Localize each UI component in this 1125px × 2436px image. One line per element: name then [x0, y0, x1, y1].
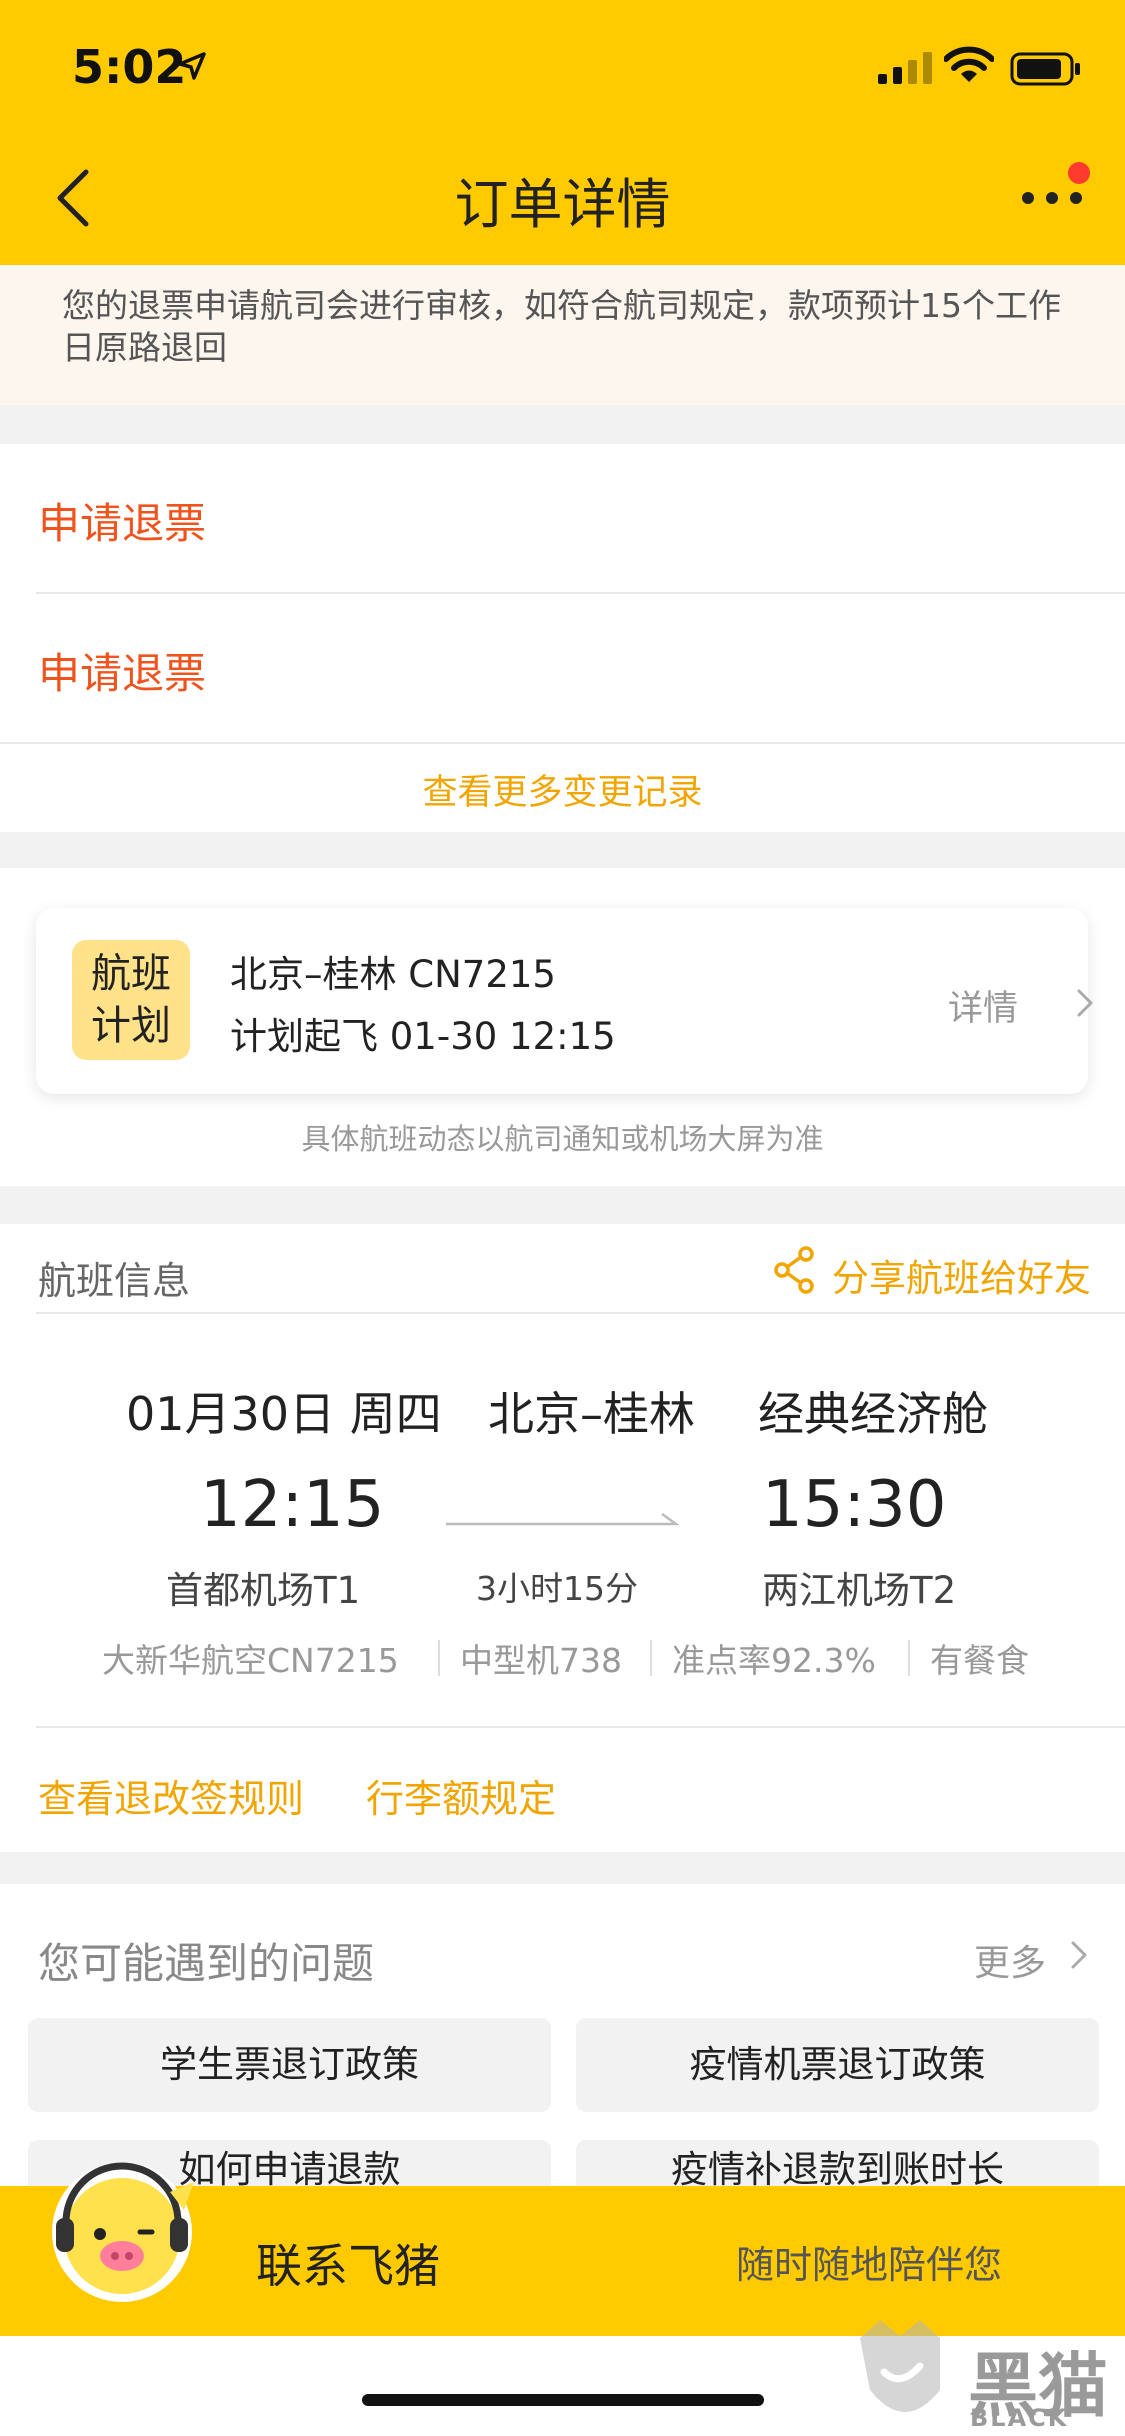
page-title: 订单详情 — [454, 173, 671, 236]
contact-fliggy-label[interactable]: 联系飞猪 — [256, 2230, 440, 2296]
divider — [36, 1312, 1125, 1314]
baggage-rules-link[interactable]: 行李额规定 — [366, 1768, 556, 1823]
flight-duration: 3小时15分 — [476, 1569, 638, 1608]
notification-dot — [1068, 162, 1090, 184]
flight-info-card — [0, 1224, 1125, 1852]
plan-detail-link[interactable]: 详情 — [948, 980, 1018, 1031]
flight-route: 北京–桂林 — [488, 1387, 695, 1441]
departure-time: 12:15 — [200, 1468, 385, 1542]
aircraft-type: 中型机738 — [460, 1641, 622, 1680]
punctuality-rate: 准点率92.3% — [672, 1641, 876, 1680]
location-arrow-icon — [178, 52, 206, 80]
flight-info-title: 航班信息 — [38, 1259, 191, 1303]
arrival-airport: 两江机场T2 — [762, 1569, 957, 1612]
departure-airport: 首都机场T1 — [166, 1569, 361, 1612]
refund-request-label: 申请退票 — [38, 649, 207, 698]
cellular-signal-icon — [878, 52, 932, 84]
divider — [0, 742, 1125, 744]
status-time: 5:02 — [72, 40, 187, 94]
divider — [36, 1726, 1125, 1728]
app-header: 5:02 订单详情 — [0, 0, 1125, 265]
black-cat-logo-icon — [860, 2320, 940, 2412]
refund-request-label: 申请退票 — [38, 499, 207, 548]
meta-separator — [908, 1640, 910, 1676]
home-indicator[interactable] — [362, 2394, 764, 2406]
contact-slogan: 随时随地陪伴您 — [736, 2243, 1003, 2287]
arrival-time: 15:30 — [762, 1468, 947, 1542]
fliggy-mascot-icon[interactable] — [44, 2152, 204, 2312]
wifi-icon — [944, 46, 994, 82]
meal-info: 有餐食 — [930, 1641, 1029, 1680]
flight-date: 01月30日 周四 — [126, 1387, 442, 1441]
faq-more-link[interactable]: 更多 — [974, 1934, 1046, 1986]
chevron-right-icon — [1071, 1941, 1087, 1969]
plan-departure: 计划起飞 01-30 12:15 — [230, 1015, 616, 1058]
chevron-right-icon — [1077, 989, 1093, 1017]
flight-plan-badge: 航班 计划 — [72, 940, 190, 1060]
airline-flight-number: 大新华航空CN7215 — [102, 1641, 399, 1680]
share-icon[interactable] — [772, 1246, 816, 1294]
flight-plan-card[interactable]: 航班 计划 北京–桂林 CN7215 计划起飞 01-30 12:15 详情 — [36, 908, 1093, 1094]
faq-item[interactable]: 学生票退订政策 — [28, 2018, 551, 2112]
refund-rules-link[interactable]: 查看退改签规则 — [38, 1768, 304, 1823]
watermark-subtext: BLACK CAT — [970, 2404, 1069, 2436]
share-flight-link[interactable]: 分享航班给好友 — [832, 1248, 1091, 1302]
refund-notice: 您的退票申请航司会进行审核，如符合航司规定，款项预计15个工作日原路退回 — [0, 265, 1125, 405]
cabin-class: 经典经济舱 — [758, 1387, 988, 1441]
flight-plan-note: 具体航班动态以航司通知或机场大屏为准 — [301, 1122, 824, 1156]
more-menu-icon[interactable] — [1020, 186, 1084, 210]
meta-separator — [650, 1640, 652, 1676]
faq-item[interactable]: 疫情机票退订政策 — [576, 2018, 1099, 2112]
plan-route: 北京–桂林 CN7215 — [230, 953, 556, 996]
meta-separator — [438, 1640, 440, 1676]
faq-title: 您可能遇到的问题 — [38, 1939, 375, 1988]
badge-line1: 航班 — [91, 951, 171, 997]
refund-request-row[interactable]: 申请退票 — [0, 594, 1125, 744]
battery-icon — [1010, 52, 1080, 86]
refund-card: 申请退票 申请退票 查看更多变更记录 — [0, 444, 1125, 832]
badge-line2: 计划 — [91, 1003, 171, 1049]
refund-request-row[interactable]: 申请退票 — [0, 444, 1125, 594]
more-records-link[interactable]: 查看更多变更记录 — [0, 764, 1125, 815]
flight-arrow-icon — [446, 1512, 680, 1526]
